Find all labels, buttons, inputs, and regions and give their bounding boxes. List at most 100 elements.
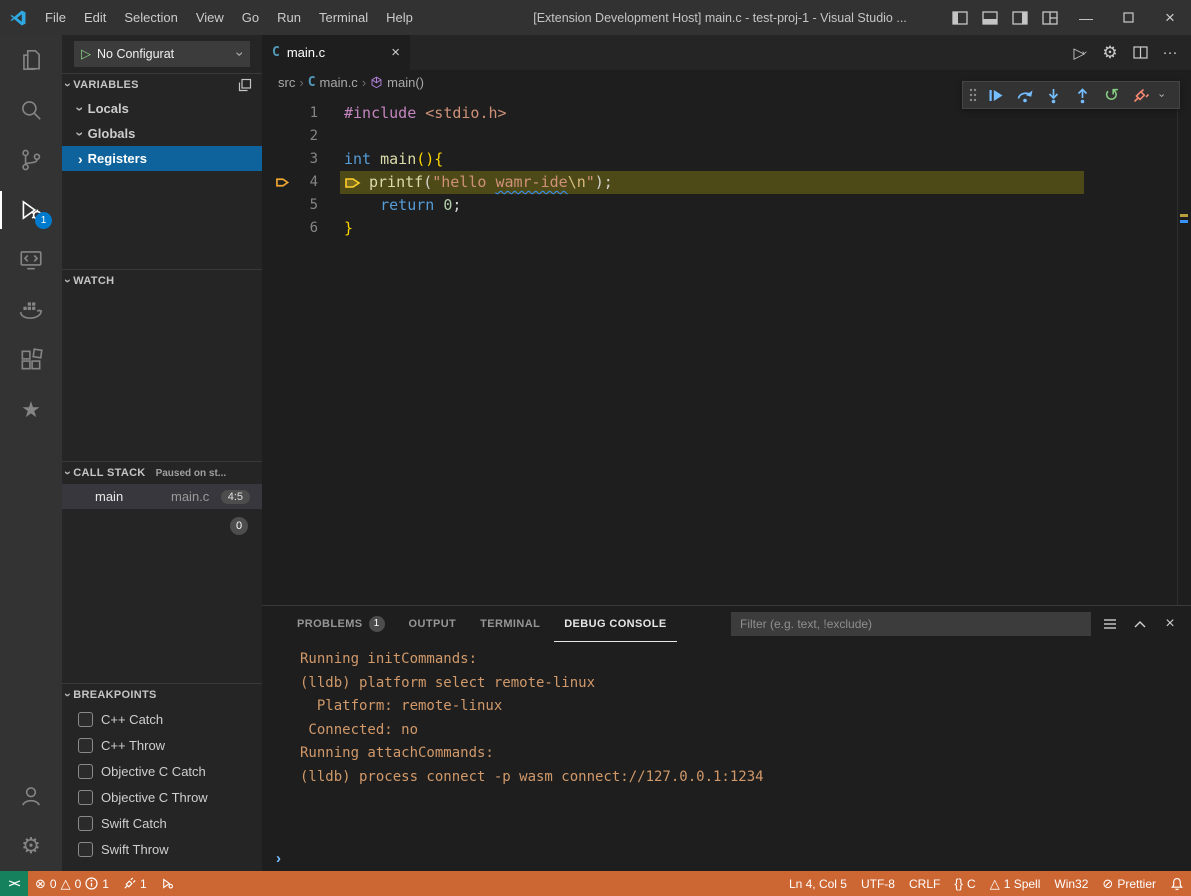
toggle-panel-icon[interactable] xyxy=(975,0,1005,35)
variables-scope-registers[interactable]: › Registers xyxy=(62,146,262,171)
language-mode-indicator[interactable]: {} C xyxy=(947,871,982,896)
menu-terminal[interactable]: Terminal xyxy=(310,0,377,35)
eol-indicator[interactable]: CRLF xyxy=(902,871,947,896)
platform-indicator[interactable]: Win32 xyxy=(1047,871,1095,896)
code-text[interactable]: return 0; xyxy=(340,194,461,217)
maximize-button[interactable] xyxy=(1107,0,1149,35)
line-number[interactable]: 2 xyxy=(292,125,318,148)
debug-session-chevron-icon[interactable]: › xyxy=(1156,89,1167,101)
menu-selection[interactable]: Selection xyxy=(115,0,186,35)
start-debug-icon[interactable]: ▷ xyxy=(81,46,91,62)
breadcrumb-file[interactable]: Cmain.c xyxy=(308,75,358,90)
breakpoint-label: Swift Throw xyxy=(101,842,169,857)
checkbox[interactable] xyxy=(78,764,93,779)
variables-scope-globals[interactable]: › Globals xyxy=(62,121,262,146)
accounts-icon[interactable] xyxy=(0,771,62,821)
debug-step-over-icon[interactable] xyxy=(1010,82,1039,108)
editor-scrollbar[interactable] xyxy=(1177,94,1191,605)
menu-file[interactable]: File xyxy=(36,0,75,35)
debug-config-dropdown[interactable]: ▷ No Configurat › xyxy=(74,41,250,67)
split-editor-icon[interactable] xyxy=(1127,40,1153,66)
code-text[interactable]: #include <stdio.h> xyxy=(340,102,507,125)
debug-step-into-icon[interactable] xyxy=(1039,82,1068,108)
close-panel-icon[interactable]: × xyxy=(1159,613,1181,635)
breadcrumb-folder[interactable]: src xyxy=(278,75,295,90)
cursor-position-indicator[interactable]: Ln 4, Col 5 xyxy=(782,871,854,896)
breadcrumb-symbol[interactable]: main() xyxy=(370,75,424,90)
line-number[interactable]: 4 xyxy=(292,171,318,194)
tab-debug-console[interactable]: DEBUG CONSOLE xyxy=(554,607,676,642)
minimize-button[interactable]: — xyxy=(1065,0,1107,35)
problems-indicator[interactable]: ⊗ 0 △ 0 1 xyxy=(28,871,116,896)
extensions-icon[interactable] xyxy=(0,335,62,385)
debug-status-indicator[interactable] xyxy=(154,871,181,896)
line-number[interactable]: 3 xyxy=(292,148,318,171)
checkbox[interactable] xyxy=(78,790,93,805)
close-tab-icon[interactable]: × xyxy=(391,44,400,61)
line-number[interactable]: 5 xyxy=(292,194,318,217)
source-control-icon[interactable] xyxy=(0,135,62,185)
encoding-indicator[interactable]: UTF-8 xyxy=(854,871,902,896)
debug-disconnect-icon[interactable] xyxy=(1126,82,1155,108)
search-icon[interactable] xyxy=(0,85,62,135)
debug-console-input[interactable] xyxy=(287,850,1191,866)
tab-problems[interactable]: PROBLEMS 1 xyxy=(287,607,395,642)
menu-run[interactable]: Run xyxy=(268,0,310,35)
gutter[interactable] xyxy=(262,194,292,217)
debug-step-out-icon[interactable] xyxy=(1068,82,1097,108)
notifications-bell-icon[interactable] xyxy=(1163,871,1191,896)
line-number[interactable]: 1 xyxy=(292,102,318,125)
code-editor[interactable]: 1 #include <stdio.h> 2 3 int main(){ xyxy=(262,94,1191,605)
ports-indicator[interactable]: 1 xyxy=(116,871,154,896)
checkbox[interactable] xyxy=(78,816,93,831)
gutter[interactable] xyxy=(262,171,292,194)
gutter[interactable] xyxy=(262,102,292,125)
gutter[interactable] xyxy=(262,217,292,240)
menu-view[interactable]: View xyxy=(187,0,233,35)
tab-terminal[interactable]: TERMINAL xyxy=(470,607,550,642)
docker-icon[interactable] xyxy=(0,285,62,335)
menu-go[interactable]: Go xyxy=(233,0,268,35)
checkbox[interactable] xyxy=(78,842,93,857)
menu-help[interactable]: Help xyxy=(377,0,422,35)
line-number[interactable]: 6 xyxy=(292,217,318,240)
gutter[interactable] xyxy=(262,148,292,171)
code-text[interactable]: } xyxy=(340,217,353,240)
run-and-debug-icon[interactable]: 1 xyxy=(0,185,62,235)
checkbox[interactable] xyxy=(78,738,93,753)
remote-explorer-icon[interactable] xyxy=(0,235,62,285)
prettier-indicator[interactable]: ⊘ Prettier xyxy=(1095,871,1163,896)
run-c-file-icon[interactable]: ▷› xyxy=(1067,40,1093,66)
gutter[interactable] xyxy=(262,125,292,148)
editor-settings-gear-icon[interactable]: ⚙ xyxy=(1097,40,1123,66)
menu-edit[interactable]: Edit xyxy=(75,0,115,35)
debug-restart-icon[interactable]: ↺ xyxy=(1097,82,1126,108)
panel-menu-lines-icon[interactable] xyxy=(1099,613,1121,635)
code-text[interactable]: printf("hello wamr-ide\n"); xyxy=(340,171,1084,194)
remote-indicator[interactable]: >< xyxy=(0,871,28,896)
favorites-star-icon[interactable]: ★ xyxy=(0,385,62,435)
toolbar-drag-grip[interactable] xyxy=(965,87,981,103)
console-filter-input[interactable] xyxy=(731,612,1091,636)
breakpoints-header[interactable]: › BREAKPOINTS xyxy=(62,684,262,706)
stack-frame-row[interactable]: main main.c 4:5 xyxy=(62,484,262,509)
toggle-secondary-sidebar-icon[interactable] xyxy=(1005,0,1035,35)
close-window-button[interactable]: × xyxy=(1149,0,1191,35)
debug-continue-icon[interactable] xyxy=(981,82,1010,108)
tab-output[interactable]: OUTPUT xyxy=(399,607,467,642)
spell-checker-indicator[interactable]: △ 1 Spell xyxy=(983,871,1048,896)
collapse-all-icon[interactable] xyxy=(238,78,252,92)
variables-scope-locals[interactable]: › Locals xyxy=(62,96,262,121)
code-text[interactable]: int main(){ xyxy=(340,148,443,171)
customize-layout-icon[interactable] xyxy=(1035,0,1065,35)
variables-header[interactable]: › VARIABLES xyxy=(62,74,262,96)
settings-gear-icon[interactable]: ⚙ xyxy=(0,821,62,871)
maximize-panel-chevron-icon[interactable] xyxy=(1129,613,1151,635)
watch-header[interactable]: › WATCH xyxy=(62,270,262,292)
checkbox[interactable] xyxy=(78,712,93,727)
more-actions-icon[interactable]: ··· xyxy=(1157,40,1183,66)
explorer-icon[interactable] xyxy=(0,35,62,85)
call-stack-header[interactable]: › CALL STACK Paused on st... xyxy=(62,462,262,484)
code-text[interactable] xyxy=(340,125,344,148)
tab-main-c[interactable]: C main.c × xyxy=(262,35,410,70)
